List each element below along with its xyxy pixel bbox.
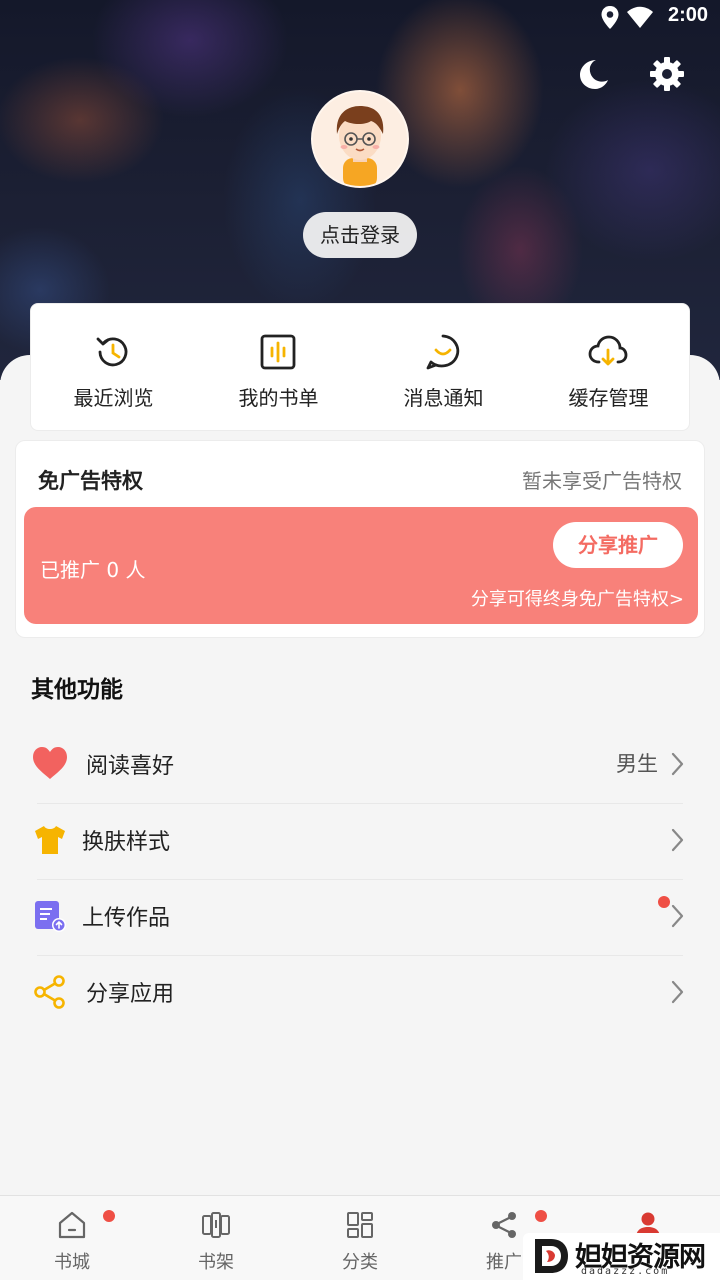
notification-dot [658, 896, 670, 908]
section-title: 其他功能 [31, 677, 123, 703]
quick-actions-card: 最近浏览 我的书单 消息通知 缓存管理 [30, 303, 690, 431]
ad-privilege-title: 免广告特权 [38, 469, 143, 493]
quick-action-label: 最近浏览 [73, 386, 154, 410]
notification-dot [103, 1210, 115, 1222]
avatar[interactable] [311, 90, 409, 188]
quick-action-booklist[interactable]: 我的书单 [196, 304, 361, 432]
share-icon [492, 1212, 516, 1238]
chevron-right-icon [671, 828, 684, 852]
nav-tab-bookstore[interactable]: 书城 [0, 1196, 144, 1280]
location-icon [601, 6, 619, 29]
login-button[interactable]: 点击登录 [303, 212, 417, 258]
moon-icon[interactable] [572, 54, 612, 94]
chevron-right-icon [671, 752, 684, 776]
upload-document-icon [35, 901, 66, 932]
watermark-icon [535, 1239, 568, 1273]
menu-item-label: 上传作品 [82, 906, 171, 931]
quick-action-label: 缓存管理 [568, 386, 649, 410]
menu-item-share-app[interactable]: 分享应用 [0, 956, 720, 1032]
menu-item-reading-preference[interactable]: 阅读喜好 男生 [0, 728, 720, 804]
menu-item-skin-style[interactable]: 换肤样式 [0, 804, 720, 880]
quick-action-messages[interactable]: 消息通知 [361, 304, 526, 432]
status-bar: 2:00 [0, 0, 720, 36]
quick-action-label: 我的书单 [238, 386, 319, 410]
nav-tab-label: 分类 [342, 1252, 378, 1273]
bookshelf-icon [202, 1212, 230, 1238]
message-icon [426, 334, 460, 370]
wifi-icon [627, 6, 653, 28]
status-time: 2:00 [667, 4, 708, 26]
avatar-cartoon-boy-icon [336, 106, 384, 186]
nav-tab-category[interactable]: 分类 [288, 1196, 432, 1280]
menu-item-value: 男生 [616, 752, 658, 776]
quick-action-label: 消息通知 [403, 386, 484, 410]
gear-icon[interactable] [647, 54, 687, 94]
quick-action-history[interactable]: 最近浏览 [31, 304, 196, 432]
menu-item-upload-work[interactable]: 上传作品 [0, 880, 720, 956]
quick-action-cache[interactable]: 缓存管理 [526, 304, 691, 432]
nav-tab-bookshelf[interactable]: 书架 [144, 1196, 288, 1280]
ad-privilege-status: 暂未享受广告特权 [522, 469, 682, 493]
ad-privilege-banner: 已推广 0 人 分享推广 分享可得终身免广告特权> [24, 507, 698, 624]
category-icon [347, 1212, 373, 1238]
ad-privilege-hint[interactable]: 分享可得终身免广告特权> [471, 585, 684, 611]
menu-item-label: 阅读喜好 [86, 754, 175, 779]
home-icon [58, 1211, 86, 1239]
tshirt-icon [35, 826, 65, 854]
cloud-download-icon [588, 335, 628, 366]
watermark-url: dadazzz.com [581, 1266, 670, 1277]
chevron-right-icon [671, 904, 684, 928]
menu-item-label: 换肤样式 [82, 830, 171, 855]
nav-tab-label: 书城 [54, 1252, 90, 1273]
watermark-logo: 妲妲资源网 dadazzz.com [523, 1233, 720, 1280]
promoted-count: 已推广 0 人 [40, 558, 146, 582]
heart-icon [33, 747, 67, 779]
share-promote-button[interactable]: 分享推广 [553, 522, 683, 568]
nav-tab-label: 书架 [198, 1252, 234, 1273]
menu-item-label: 分享应用 [86, 982, 175, 1007]
notification-dot [535, 1210, 547, 1222]
chevron-right-icon [671, 980, 684, 1004]
booklist-icon [260, 334, 296, 370]
ad-privilege-card: 免广告特权 暂未享受广告特权 已推广 0 人 分享推广 分享可得终身免广告特权> [15, 440, 705, 638]
history-icon [96, 337, 128, 367]
share-icon [34, 975, 65, 1009]
